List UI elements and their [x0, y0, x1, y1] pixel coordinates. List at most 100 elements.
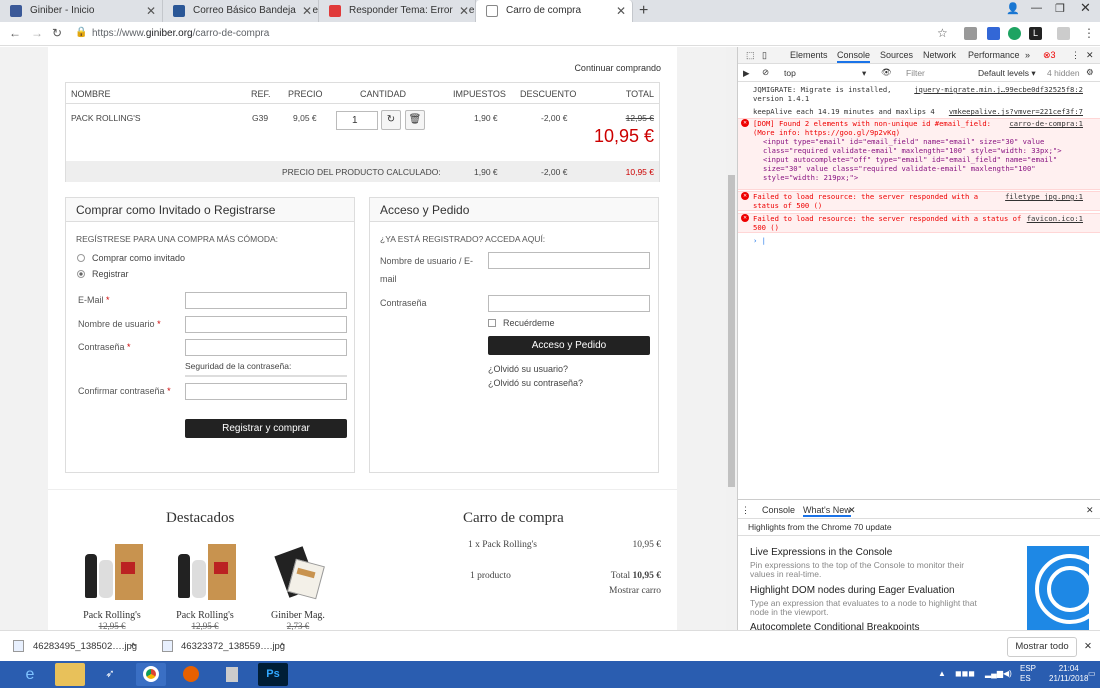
product-name[interactable]: Pack Rolling's: [165, 610, 245, 621]
login-password-field[interactable]: [488, 295, 650, 312]
tab-elements[interactable]: Elements: [790, 50, 828, 60]
device-toolbar-icon[interactable]: ▯: [762, 50, 767, 61]
window-close-icon[interactable]: ✕: [1080, 0, 1091, 16]
close-downloads-icon[interactable]: ✕: [1084, 641, 1092, 652]
product-name[interactable]: Pack Rolling's: [72, 610, 152, 621]
page-scrollbar[interactable]: [726, 47, 737, 630]
download-item[interactable]: 46323372_138559….jpg: [181, 641, 285, 652]
url-field[interactable]: https://www.giniber.org/carro-de-compra: [92, 28, 269, 39]
update-quantity-button[interactable]: ↻: [381, 110, 401, 130]
drawer-close-icon[interactable]: ✕: [1086, 505, 1094, 516]
message-source-link[interactable]: carro-de-compra:1: [1009, 119, 1083, 128]
firefox-icon[interactable]: [176, 663, 206, 686]
forward-arrow-icon[interactable]: →: [31, 26, 43, 40]
drawer-tab-console[interactable]: Console: [762, 505, 795, 515]
ie-icon[interactable]: e: [15, 663, 45, 686]
whats-new-title[interactable]: Highlight DOM nodes during Eager Evaluat…: [750, 585, 955, 596]
tab-network[interactable]: Network: [923, 50, 956, 60]
scrollbar-thumb[interactable]: [728, 175, 735, 487]
console-settings-icon[interactable]: ⚙: [1086, 67, 1094, 78]
message-source-link[interactable]: favicon.ico:1: [1027, 214, 1083, 223]
star-icon[interactable]: ☆: [937, 26, 948, 40]
rocket-icon[interactable]: ➶: [95, 663, 125, 686]
message-source-link[interactable]: filetype_jpg.png:1: [1005, 192, 1083, 201]
filter-input[interactable]: Filter: [906, 68, 925, 78]
language-indicator[interactable]: ESP ES: [1020, 664, 1036, 684]
drawer-tab-whats-new[interactable]: What's New: [803, 505, 851, 517]
featured-product[interactable]: Pack Rolling's 12,95 €: [72, 540, 152, 630]
menu-dots-icon[interactable]: ⋮: [1083, 26, 1095, 40]
tray-apps-icon[interactable]: ◼◼◼: [955, 669, 975, 679]
context-chevron-icon[interactable]: ▾: [862, 68, 866, 79]
tray-chevron-icon[interactable]: ▲: [938, 669, 946, 679]
devtools-menu-icon[interactable]: ⋮: [1071, 50, 1080, 61]
register-and-buy-button[interactable]: Registrar y comprar: [185, 419, 347, 438]
network-icon[interactable]: ▂▄▆: [985, 669, 1003, 679]
tab-carro-de-compra[interactable]: Carro de compra ✕: [476, 0, 633, 22]
console-prompt[interactable]: › |: [738, 236, 1100, 246]
photoshop-icon[interactable]: Ps: [258, 663, 288, 686]
extension-green-icon[interactable]: [1008, 27, 1021, 40]
close-icon[interactable]: ✕: [146, 0, 156, 22]
calculator-icon[interactable]: [217, 663, 247, 686]
back-arrow-icon[interactable]: ←: [9, 26, 21, 40]
product-image[interactable]: [170, 540, 240, 606]
password-field[interactable]: [185, 339, 347, 356]
remember-checkbox[interactable]: [488, 319, 496, 327]
show-all-downloads-button[interactable]: Mostrar todo: [1007, 637, 1077, 657]
tab-giniber-inicio[interactable]: Giniber - Inicio ✕: [0, 0, 163, 22]
message-source-link[interactable]: jquery-migrate.min.j…99ecbe0df32525f8:2: [914, 85, 1083, 94]
devtools-close-icon[interactable]: ✕: [1086, 50, 1094, 61]
confirm-password-field[interactable]: [185, 383, 347, 400]
extension-icon[interactable]: [964, 27, 977, 40]
reload-icon[interactable]: ↻: [52, 26, 62, 40]
username-field[interactable]: [185, 316, 347, 333]
item-name[interactable]: PACK ROLLING'S: [71, 113, 141, 123]
chevron-up-icon[interactable]: ^: [280, 641, 284, 652]
notifications-icon[interactable]: ▭: [1088, 669, 1096, 679]
quantity-input[interactable]: 1: [336, 111, 378, 130]
inspect-icon[interactable]: ⬚: [746, 50, 755, 61]
whats-new-title[interactable]: Live Expressions in the Console: [750, 547, 892, 558]
product-name[interactable]: Giniber Mag.: [258, 610, 338, 621]
context-select[interactable]: top: [784, 68, 796, 78]
continue-shopping-link[interactable]: Continuar comprando: [574, 63, 661, 73]
tab-correo[interactable]: Correo Básico Bandeja de entrada ✕: [163, 0, 319, 22]
extension-l-icon[interactable]: L: [1029, 27, 1042, 40]
folder-icon[interactable]: [55, 663, 85, 686]
more-tabs-icon[interactable]: »: [1025, 50, 1030, 60]
chrome-icon[interactable]: [136, 663, 166, 686]
radio-register-label[interactable]: Registrar: [92, 269, 129, 279]
sidebar-toggle-icon[interactable]: ▶: [743, 68, 750, 79]
error-count-badge[interactable]: ⊗3: [1043, 50, 1056, 61]
eye-icon[interactable]: 👁: [881, 67, 892, 78]
radio-guest[interactable]: [77, 254, 85, 262]
forgot-password-link[interactable]: ¿Olvidó su contraseña?: [488, 378, 583, 388]
translate-icon[interactable]: [987, 27, 1000, 40]
new-tab-plus-icon[interactable]: +: [639, 2, 648, 20]
product-image[interactable]: [77, 540, 147, 606]
remember-label[interactable]: Recuérdeme: [503, 318, 555, 328]
delete-item-button[interactable]: 🗑: [405, 110, 425, 130]
show-cart-link[interactable]: Mostrar carro: [609, 586, 661, 596]
tab-console[interactable]: Console: [837, 50, 871, 63]
drawer-menu-icon[interactable]: ⋮: [741, 505, 750, 516]
clear-console-icon[interactable]: ⊘: [762, 67, 769, 78]
user-icon[interactable]: 👤: [1006, 2, 1020, 15]
tab-performance[interactable]: Performance: [968, 50, 1020, 60]
product-image[interactable]: [263, 540, 333, 606]
drawer-tab-close-icon[interactable]: ✕: [848, 505, 856, 516]
tab-sources[interactable]: Sources: [880, 50, 913, 60]
login-and-order-button[interactable]: Acceso y Pedido: [488, 336, 650, 355]
maximize-icon[interactable]: ❐: [1055, 2, 1065, 15]
email-field[interactable]: [185, 292, 347, 309]
minimize-icon[interactable]: —: [1031, 2, 1042, 14]
message-source-link[interactable]: vmkeepalive.js?vmver=221cef3f:7: [949, 107, 1083, 116]
clock[interactable]: 21:04 21/11/2018: [1049, 664, 1088, 684]
featured-product[interactable]: Giniber Mag. 2,73 €: [258, 540, 338, 630]
log-levels-select[interactable]: Default levels ▾: [978, 68, 1036, 79]
chevron-up-icon[interactable]: ^: [131, 641, 135, 652]
close-icon[interactable]: ✕: [298, 0, 312, 22]
tab-responder-tema[interactable]: Responder Tema: Error One Page ✕: [319, 0, 476, 22]
featured-product[interactable]: Pack Rolling's 12,95 €: [165, 540, 245, 630]
